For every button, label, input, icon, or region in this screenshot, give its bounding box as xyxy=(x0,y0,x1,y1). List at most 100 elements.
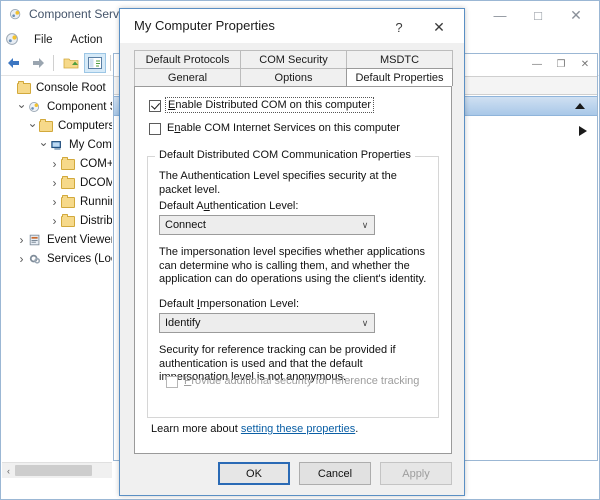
tab-strip: Default Protocols COM Security MSDTC Gen… xyxy=(134,50,453,86)
chevron-right-icon[interactable] xyxy=(48,214,61,228)
tree-item-label: Services (Local) xyxy=(47,252,112,265)
authentication-level-dropdown[interactable]: Connect ∨ xyxy=(159,215,375,235)
setting-these-properties-link[interactable]: setting these properties xyxy=(241,423,355,435)
impersonation-level-dropdown[interactable]: Identify ∨ xyxy=(159,313,375,333)
tree-item-label: Runnin xyxy=(80,195,112,208)
tree-item[interactable]: Computers xyxy=(2,116,112,135)
tree-item[interactable]: COM+ xyxy=(2,154,112,173)
toolbar-separator-2 xyxy=(110,55,111,71)
learn-more-suffix: . xyxy=(355,423,359,435)
tree-item-label: Computers xyxy=(58,119,112,132)
cancel-button[interactable]: Cancel xyxy=(299,462,371,485)
tree-item-label: Console Root xyxy=(36,81,106,94)
chevron-down-icon[interactable] xyxy=(15,100,28,114)
menu-action[interactable]: Action xyxy=(62,32,112,48)
folder-icon xyxy=(61,213,76,228)
tab-general[interactable]: General xyxy=(134,68,241,86)
main-window-buttons: — □ ✕ xyxy=(481,3,595,27)
chevron-right-icon[interactable] xyxy=(15,233,28,247)
forward-icon[interactable] xyxy=(27,53,49,73)
help-icon[interactable]: ? xyxy=(386,16,412,38)
my-computer-properties-dialog: My Computer Properties ? ✕ Default Proto… xyxy=(119,8,465,496)
chevron-right-icon[interactable] xyxy=(48,176,61,190)
reference-tracking-checkbox xyxy=(166,376,178,388)
tree-item[interactable]: Distrib xyxy=(2,211,112,230)
tree-item-label: Distrib xyxy=(80,214,112,227)
scrollbar-thumb[interactable] xyxy=(15,465,92,476)
tree-item[interactable]: Console Root xyxy=(2,78,112,97)
sort-ascending-icon xyxy=(575,103,585,109)
chevron-down-icon[interactable] xyxy=(37,138,50,152)
chevron-right-icon[interactable] xyxy=(15,252,28,266)
learn-more-text: Learn more about setting these propertie… xyxy=(151,423,358,435)
component-services-icon xyxy=(28,100,43,114)
tree-item-label: COM+ xyxy=(80,157,112,170)
imp-label-prefix: Default xyxy=(159,298,197,310)
tab-page-default-properties: Enable Distributed COM on this computer … xyxy=(134,86,452,454)
chevron-right-icon[interactable] xyxy=(48,157,61,171)
mdi-close-icon[interactable]: ✕ xyxy=(573,54,597,74)
close-icon[interactable]: ✕ xyxy=(557,3,595,27)
up-folder-icon[interactable] xyxy=(60,53,82,73)
mdi-minimize-icon[interactable]: — xyxy=(525,54,549,74)
tab-com-security[interactable]: COM Security xyxy=(240,50,347,68)
chevron-down-icon-2[interactable]: ∨ xyxy=(356,318,374,329)
chevron-down-icon[interactable]: ∨ xyxy=(356,220,374,231)
scroll-left-icon[interactable]: ‹ xyxy=(2,466,15,476)
enable-dcom-checkbox-row[interactable]: Enable Distributed COM on this computer xyxy=(149,97,374,113)
apply-button: Apply xyxy=(380,462,452,485)
tab-options[interactable]: Options xyxy=(240,68,347,86)
ok-button[interactable]: OK xyxy=(218,462,290,485)
chevron-right-icon[interactable] xyxy=(48,195,61,209)
console-tree[interactable]: Console Root Component Servi Computers My C… xyxy=(2,76,112,461)
tree-item[interactable]: Runnin xyxy=(2,192,112,211)
tree-item-label: Event Viewer (Loc xyxy=(47,233,112,246)
tree-item[interactable]: DCOM xyxy=(2,173,112,192)
tab-msdtc[interactable]: MSDTC xyxy=(346,50,453,68)
show-hide-console-tree-icon[interactable] xyxy=(84,53,106,73)
console-icon xyxy=(6,33,18,45)
enable-dcom-checkbox[interactable] xyxy=(149,100,161,112)
enable-cis-checkbox[interactable] xyxy=(149,123,161,135)
tree-item[interactable]: Component Servi xyxy=(2,97,112,116)
ref-text: rovide additional security for reference… xyxy=(191,375,420,387)
folder-icon xyxy=(61,194,76,209)
tree-item[interactable]: Event Viewer (Loc xyxy=(2,230,112,249)
dcom-communication-group-title: Default Distributed COM Communication Pr… xyxy=(155,149,415,161)
tree-item[interactable]: My Comp xyxy=(2,135,112,154)
tree-item[interactable]: Services (Local) xyxy=(2,249,112,268)
maximize-icon[interactable]: □ xyxy=(519,3,557,27)
component-services-icon xyxy=(9,8,21,20)
tab-default-properties[interactable]: Default Properties xyxy=(346,68,453,86)
imp-label-rest: mpersonation Level: xyxy=(199,298,300,310)
chevron-down-icon[interactable] xyxy=(26,119,39,133)
authentication-level-label: Default Authentication Level: xyxy=(159,200,298,212)
tab-default-protocols[interactable]: Default Protocols xyxy=(134,50,241,68)
learn-more-prefix: Learn more about xyxy=(151,423,241,435)
impersonation-level-value: Identify xyxy=(165,317,201,329)
tree-list: Console Root Component Servi Computers My C… xyxy=(2,76,112,268)
auth-label-prefix: Default A xyxy=(159,200,204,212)
tab-row-2: General Options Default Properties xyxy=(134,68,453,86)
enable-dcom-text: nable Distributed COM on this computer xyxy=(175,99,371,111)
tree-item-label: DCOM xyxy=(80,176,112,189)
dialog-title: My Computer Properties xyxy=(134,18,275,33)
back-icon[interactable] xyxy=(3,53,25,73)
tree-item-label: Component Servi xyxy=(47,100,112,113)
tree-horizontal-scrollbar[interactable]: ‹ xyxy=(2,462,112,478)
screen: Component Services — □ ✕ File Action Vie… xyxy=(0,0,600,500)
menu-file[interactable]: File xyxy=(25,32,62,48)
minimize-icon[interactable]: — xyxy=(481,3,519,27)
authentication-level-value: Connect xyxy=(165,219,206,231)
enable-cis-checkbox-row[interactable]: Enable COM Internet Services on this com… xyxy=(149,122,400,135)
dialog-close-icon[interactable]: ✕ xyxy=(426,16,452,38)
tree-item-label: My Comp xyxy=(69,138,112,151)
folder-icon xyxy=(61,156,76,171)
enable-cis-text: able COM Internet Services on this compu… xyxy=(180,122,400,134)
event-viewer-icon xyxy=(28,233,43,247)
expand-pane-icon[interactable] xyxy=(579,126,587,136)
auth-label-rest: thentication Level: xyxy=(209,200,299,212)
folder-icon xyxy=(39,118,54,133)
mdi-restore-icon[interactable]: ❐ xyxy=(549,54,573,74)
enable-cis-label: Enable COM Internet Services on this com… xyxy=(167,122,400,134)
